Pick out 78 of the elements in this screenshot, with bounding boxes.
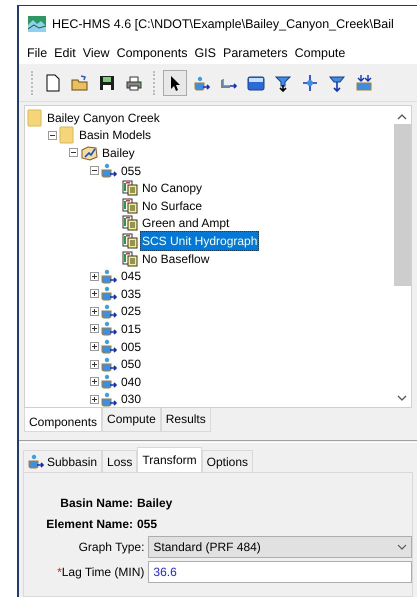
tree-item[interactable]: 050 [119, 354, 144, 374]
subbasin-icon [101, 339, 117, 354]
tree-item[interactable]: Bailey Canyon Creek [45, 108, 162, 128]
menu-item[interactable]: GIS [192, 44, 221, 62]
tree-item[interactable]: 045 [119, 266, 144, 286]
expand-toggle-icon[interactable] [90, 377, 99, 386]
tree-item[interactable]: 005 [119, 336, 144, 357]
tree-item[interactable]: 055 [119, 160, 144, 181]
editor-tab[interactable]: Loss [102, 450, 138, 472]
expand-toggle-icon[interactable] [90, 324, 99, 334]
subbasin-icon [101, 286, 117, 302]
menu-item[interactable]: Components [114, 44, 192, 62]
method-document-icon [122, 180, 138, 196]
tree-item[interactable]: 040 [119, 372, 144, 392]
editor-tab[interactable]: Options [202, 450, 253, 472]
field-value: 055 [137, 516, 158, 533]
pointer-button[interactable] [163, 70, 187, 96]
panel-tab[interactable]: Compute [102, 408, 161, 432]
basin-map-icon [80, 144, 98, 161]
method-document-icon [122, 232, 138, 249]
subbasin-icon [101, 356, 117, 372]
subbasin-icon [101, 304, 117, 319]
subbasin-icon [101, 163, 117, 178]
window-title: HEC-HMS 4.6 [C:\NDOT\Example\Bailey_Canyon_Creek\Bail [52, 16, 394, 33]
collapse-toggle-icon[interactable] [48, 130, 57, 140]
scrollbar-thumb[interactable] [394, 124, 410, 286]
open-folder-icon [70, 72, 90, 92]
panel-tab[interactable]: Components [24, 408, 102, 432]
tree-item[interactable]: Bailey [100, 142, 137, 163]
tree-item[interactable]: 025 [119, 301, 144, 322]
tree-item[interactable]: Basin Models [77, 125, 154, 146]
subbasin-icon [101, 268, 117, 284]
editor-tab[interactable]: Transform [137, 447, 202, 472]
subbasin-icon [101, 374, 117, 390]
subbasin-icon [28, 454, 44, 469]
expand-toggle-icon[interactable] [90, 306, 99, 316]
expand-toggle-icon[interactable] [90, 360, 99, 369]
tree-item[interactable]: SCS Unit Hydrograph [140, 230, 260, 251]
method-document-icon [122, 250, 138, 267]
tree-item[interactable]: 015 [119, 318, 144, 339]
graph-type-dropdown[interactable]: Standard (PRF 484) [148, 536, 412, 558]
tree-item[interactable]: No Surface [140, 196, 204, 216]
tree-item[interactable]: No Baseflow [140, 248, 212, 269]
input-field[interactable]: 36.6 [148, 561, 412, 583]
scroll-up-icon[interactable] [397, 114, 407, 120]
field-label: *Lag Time (MIN) [56, 564, 146, 581]
subbasin-icon [101, 321, 117, 336]
expand-toggle-icon[interactable] [90, 272, 99, 281]
field-label: Element Name: [45, 516, 134, 533]
collapse-toggle-icon[interactable] [90, 166, 99, 176]
sink-tool-icon [354, 72, 374, 92]
tree-item[interactable]: Green and Ampt [140, 213, 232, 234]
menu-item[interactable]: Edit [52, 44, 81, 62]
tree-item[interactable]: No Canopy [140, 178, 204, 198]
app-logo-icon [28, 16, 46, 32]
panel-tab[interactable]: Results [160, 408, 211, 432]
junction-tool-icon [300, 72, 320, 92]
scroll-down-icon[interactable] [397, 395, 407, 401]
folder-icon [27, 108, 43, 127]
field-value: Bailey [137, 495, 172, 512]
field-label: Graph Type: [78, 539, 146, 556]
menu-item[interactable]: Parameters [221, 44, 293, 62]
method-document-icon [122, 215, 138, 232]
editor-tab[interactable]: Subbasin [23, 450, 102, 472]
method-document-icon [122, 198, 138, 214]
menu-item[interactable]: File [25, 44, 52, 62]
tree-item[interactable]: 035 [119, 284, 144, 304]
field-label: Basin Name: [59, 495, 134, 512]
collapse-toggle-icon[interactable] [69, 148, 78, 158]
tree-item[interactable]: 030 [119, 389, 144, 407]
expand-toggle-icon[interactable] [90, 394, 99, 404]
subbasin-icon [101, 392, 117, 407]
expand-toggle-icon[interactable] [90, 289, 99, 298]
menu-item[interactable]: Compute [292, 44, 350, 62]
caret-icon [397, 544, 407, 550]
expand-toggle-icon[interactable] [90, 342, 99, 352]
menu-item[interactable]: View [80, 44, 115, 62]
folder-icon [59, 126, 75, 144]
